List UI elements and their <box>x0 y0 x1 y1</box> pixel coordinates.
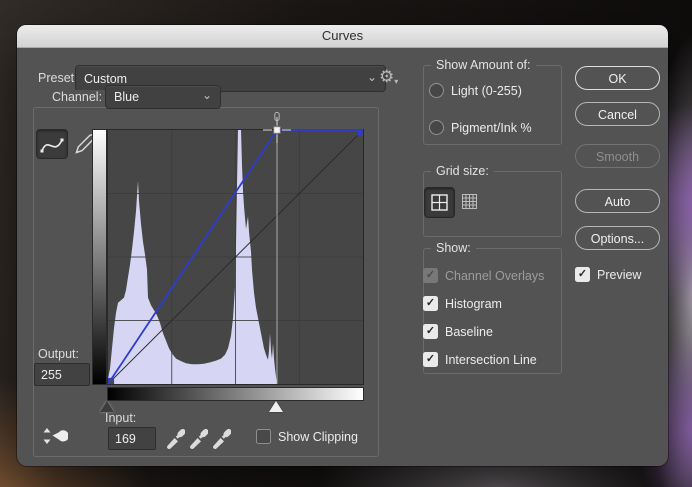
histogram-label: Histogram <box>445 297 502 311</box>
eyedropper-icon <box>211 425 231 451</box>
channel-overlays-row: Channel Overlays <box>423 268 544 283</box>
histogram-checkbox[interactable] <box>423 296 438 311</box>
quarter-grid-button[interactable] <box>424 187 455 218</box>
triangle-down-icon: ▾ <box>394 77 398 86</box>
channel-overlays-label: Channel Overlays <box>445 269 544 283</box>
curves-dialog: Curves Preset: Custom ⌄ ⚙▾ Channel: Blue… <box>17 25 668 466</box>
smooth-button[interactable]: Smooth <box>575 144 660 168</box>
preview-checkbox[interactable] <box>575 267 590 282</box>
channel-label: Channel: <box>47 90 107 104</box>
curve-plot-svg <box>108 130 363 384</box>
window-titlebar[interactable]: Curves <box>17 25 668 48</box>
black-point-eyedropper-button[interactable] <box>165 425 185 456</box>
eyedropper-icon <box>165 425 185 451</box>
input-label: Input: <box>105 411 136 425</box>
input-value-field[interactable] <box>108 427 156 450</box>
light-radio-row: Light (0-255) <box>429 83 522 98</box>
preset-label: Preset: <box>38 71 78 85</box>
intersection-line-label: Intersection Line <box>445 353 537 367</box>
output-gradient-bar <box>92 129 107 385</box>
curve-tool-button[interactable] <box>36 129 68 159</box>
gear-icon: ⚙ <box>379 67 394 86</box>
tenth-grid-button[interactable] <box>455 187 484 216</box>
grid-size-legend: Grid size: <box>431 164 494 178</box>
quarter-grid-icon <box>431 194 448 211</box>
preview-row: Preview <box>575 267 641 282</box>
baseline-label: Baseline <box>445 325 493 339</box>
curve-plot[interactable] <box>107 129 364 385</box>
light-radio[interactable] <box>429 83 444 98</box>
show-legend: Show: <box>431 241 476 255</box>
baseline-row: Baseline <box>423 324 493 339</box>
ok-button[interactable]: OK <box>575 66 660 90</box>
show-amount-legend: Show Amount of: <box>431 58 536 72</box>
chevron-down-icon: ⌄ <box>202 90 212 100</box>
gray-point-eyedropper-button[interactable] <box>188 425 208 456</box>
preset-value: Custom <box>84 72 127 86</box>
channel-select[interactable]: Blue ⌄ <box>105 85 221 109</box>
input-gradient-bar <box>107 387 364 401</box>
options-button[interactable]: Options... <box>575 226 660 250</box>
targeted-adjustment-icon <box>40 425 68 447</box>
cancel-button[interactable]: Cancel <box>575 102 660 126</box>
intersection-line-checkbox[interactable] <box>423 352 438 367</box>
show-clipping-row: Show Clipping <box>256 429 358 444</box>
white-point-eyedropper-button[interactable] <box>211 425 231 456</box>
screen: Curves Preset: Custom ⌄ ⚙▾ Channel: Blue… <box>0 0 692 487</box>
preview-label: Preview <box>597 268 641 282</box>
pigment-ink-radio[interactable] <box>429 120 444 135</box>
output-label: Output: <box>38 347 79 361</box>
preset-menu-button[interactable]: ⚙▾ <box>379 68 398 90</box>
intersection-line-row: Intersection Line <box>423 352 537 367</box>
show-clipping-label: Show Clipping <box>278 430 358 444</box>
show-clipping-checkbox[interactable] <box>256 429 271 444</box>
channel-value: Blue <box>114 90 139 104</box>
window-title: Curves <box>322 28 363 43</box>
targeted-adjustment-button[interactable] <box>40 425 68 452</box>
pigment-radio-row: Pigment/Ink % <box>429 120 532 135</box>
pigment-radio-label: Pigment/Ink % <box>451 121 532 135</box>
light-radio-label: Light (0-255) <box>451 84 522 98</box>
tenth-grid-icon <box>462 194 477 209</box>
highlight-input-slider[interactable] <box>269 401 283 412</box>
baseline-checkbox[interactable] <box>423 324 438 339</box>
auto-button[interactable]: Auto <box>575 189 660 213</box>
eyedropper-icon <box>188 425 208 451</box>
curve-tool-icon <box>39 133 65 155</box>
output-value-field[interactable] <box>34 363 90 386</box>
channel-overlays-checkbox[interactable] <box>423 268 438 283</box>
chevron-down-icon: ⌄ <box>367 72 377 82</box>
histogram-row: Histogram <box>423 296 502 311</box>
